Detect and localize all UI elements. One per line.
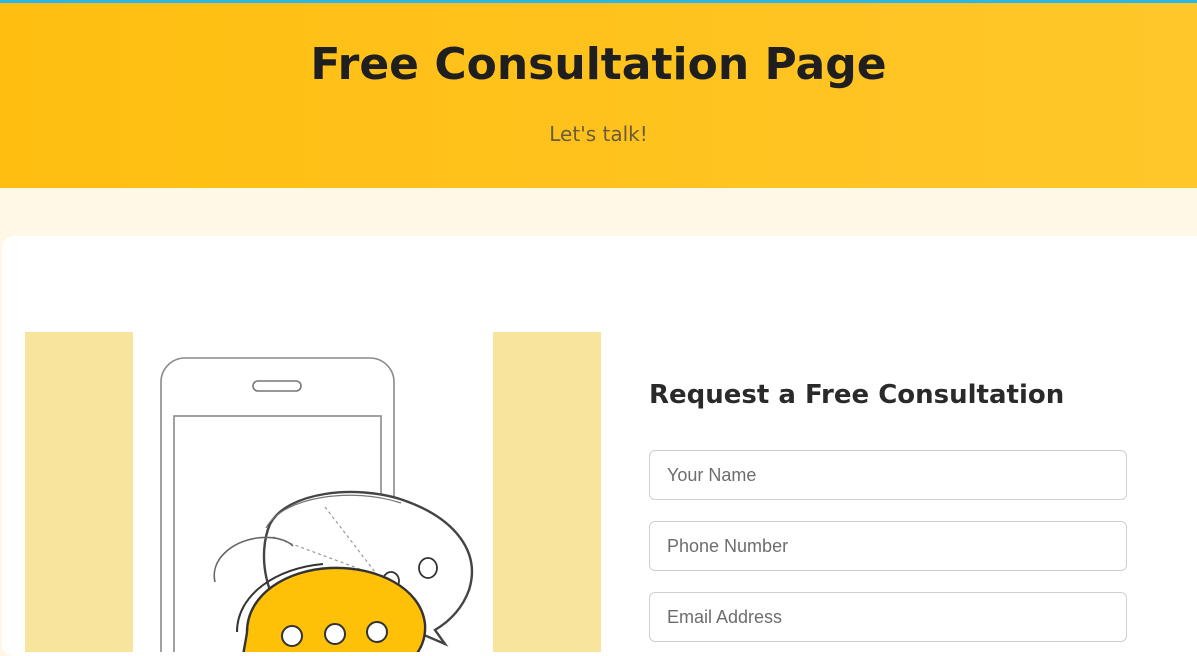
phone-input[interactable] (649, 521, 1127, 571)
email-input[interactable] (649, 592, 1127, 642)
illustration-panel (25, 332, 601, 652)
name-input[interactable] (649, 450, 1127, 500)
page-subtitle: Let's talk! (549, 122, 648, 146)
page-title: Free Consultation Page (310, 39, 887, 90)
form-title: Request a Free Consultation (649, 380, 1065, 410)
hero-banner: Free Consultation Page Let's talk! (0, 3, 1197, 188)
consultation-form: Request a Free Consultation (649, 380, 1129, 642)
phone-chat-bubbles-icon (160, 357, 474, 652)
